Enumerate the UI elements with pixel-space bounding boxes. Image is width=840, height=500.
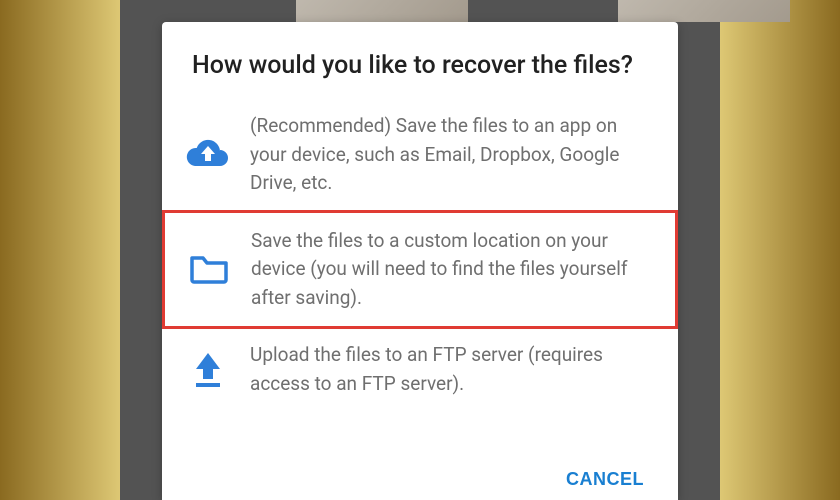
option-label: Save the files to a custom location on y… xyxy=(251,227,649,313)
dialog-actions: CANCEL xyxy=(162,453,678,500)
gallery-thumbnail xyxy=(296,0,468,22)
option-save-to-app[interactable]: (Recommended) Save the files to an app o… xyxy=(162,100,678,210)
dialog-title: How would you like to recover the files? xyxy=(162,22,678,88)
background: How would you like to recover the files?… xyxy=(0,0,840,500)
cloud-upload-icon xyxy=(186,136,230,174)
recover-options-list: (Recommended) Save the files to an app o… xyxy=(162,88,678,410)
gallery-thumbnail xyxy=(618,0,790,22)
option-save-custom-location[interactable]: Save the files to a custom location on y… xyxy=(162,210,678,330)
folder-icon xyxy=(187,252,231,286)
upload-icon xyxy=(186,351,230,389)
cancel-button[interactable]: CANCEL xyxy=(562,463,648,496)
recover-files-dialog: How would you like to recover the files?… xyxy=(162,22,678,500)
option-label: (Recommended) Save the files to an app o… xyxy=(250,112,650,198)
option-upload-ftp[interactable]: Upload the files to an FTP server (requi… xyxy=(162,329,678,410)
option-label: Upload the files to an FTP server (requi… xyxy=(250,341,650,398)
